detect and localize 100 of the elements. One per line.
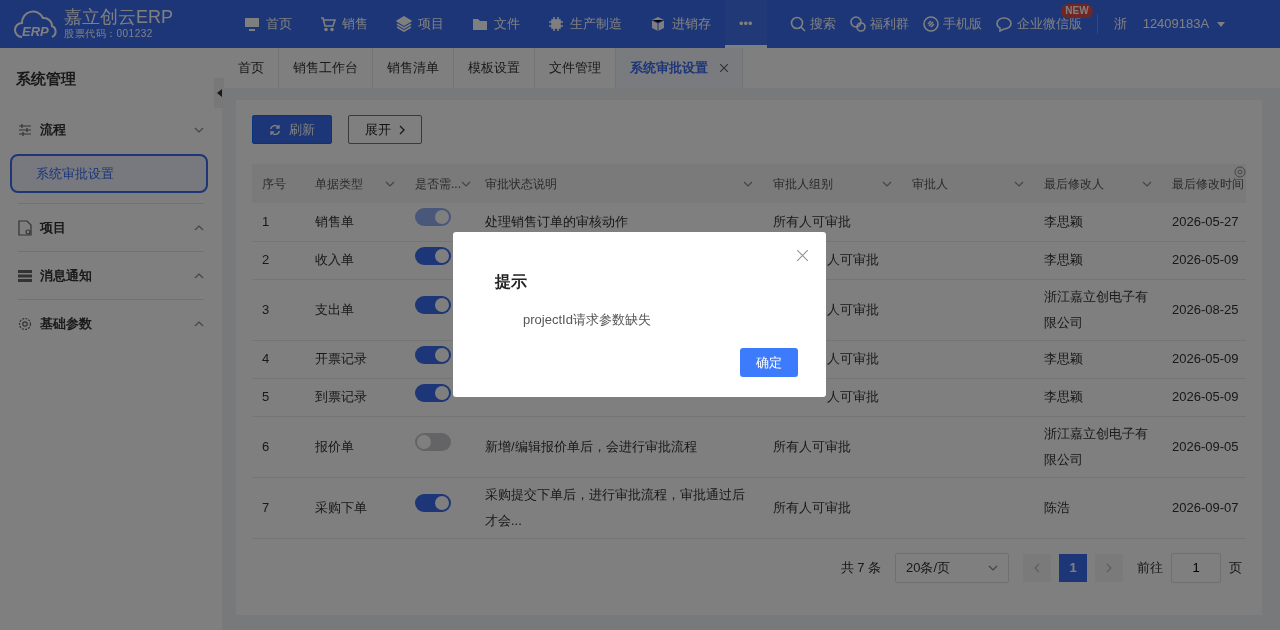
toggle-switch[interactable]	[415, 296, 451, 314]
gear-icon	[18, 316, 32, 331]
header-label: 审批状态说明	[485, 175, 557, 193]
table-cell: 5	[252, 378, 305, 416]
table-cell: 收入单	[305, 241, 405, 279]
new-badge: NEW	[1061, 4, 1093, 19]
expand-button[interactable]: 展开	[348, 115, 422, 144]
page-suffix: 页	[1229, 558, 1242, 577]
table-cell: 采购提交下单后，进行审批流程，审批通过后才会...	[475, 477, 763, 538]
refresh-button[interactable]: 刷新	[252, 115, 332, 144]
sidebar-title: 系统管理	[16, 69, 76, 89]
page-tab[interactable]: 销售工作台	[279, 48, 373, 88]
stock-code: 股票代码：001232	[64, 26, 154, 41]
nav-item[interactable]: 项目	[382, 0, 458, 48]
table-cell: 2026-05-27	[1162, 203, 1246, 241]
sidebar-group[interactable]: 项目	[40, 217, 66, 238]
file-icon	[18, 219, 32, 236]
table-cell: 李思颖	[1034, 340, 1162, 378]
nav-item[interactable]: 生产制造	[534, 0, 636, 48]
sort-chevron-icon[interactable]	[461, 180, 471, 187]
table-cell: 浙江嘉立创电子有限公司	[1034, 279, 1162, 340]
table-cell: 到票记录	[305, 378, 405, 416]
table-cell: 1	[252, 203, 305, 241]
table-cell: 李思颖	[1034, 378, 1162, 416]
toggle-switch[interactable]	[415, 433, 451, 451]
nav-item[interactable]: 首页	[230, 0, 306, 48]
table-cell: 销售单	[305, 203, 405, 241]
page-number[interactable]: 1	[1059, 553, 1087, 582]
search-icon	[789, 16, 806, 32]
chat-bubble-icon	[995, 16, 1013, 32]
table-cell: 采购下单	[305, 477, 405, 538]
table-cell: 李思颖	[1034, 203, 1162, 241]
page-tab[interactable]: 模板设置	[454, 48, 535, 88]
toolbar-link[interactable]: 搜索	[782, 14, 843, 34]
table-cell: 2026-08-25	[1162, 279, 1246, 340]
page-input[interactable]: 1	[1171, 552, 1221, 583]
header-label: 审批人	[912, 175, 948, 193]
chevron-down-icon[interactable]	[194, 127, 204, 133]
chevron-up-icon[interactable]	[194, 320, 204, 327]
table-cell: 支出单	[305, 279, 405, 340]
collapse-handle[interactable]	[214, 78, 224, 108]
nav-item[interactable]: 文件	[458, 0, 534, 48]
table-cell: 4	[252, 340, 305, 378]
page-tab[interactable]: 系统审批设置	[616, 48, 743, 88]
table-cell: 3	[252, 279, 305, 340]
header-label: 审批人组别	[773, 175, 833, 193]
sidebar-item[interactable]: 系统审批设置	[10, 153, 208, 193]
cube-icon	[650, 16, 666, 32]
nav-item[interactable]: 进销存	[636, 0, 725, 48]
sort-chevron-icon[interactable]	[882, 180, 892, 187]
table-cell: 浙江嘉立创电子有限公司	[1034, 416, 1162, 477]
toggle-switch[interactable]	[415, 494, 451, 512]
chevron-up-icon[interactable]	[194, 272, 204, 279]
page-size-select[interactable]: 20条/页	[895, 552, 1009, 583]
table-cell: 所有人可审批	[763, 477, 902, 538]
province-label: 浙	[1113, 15, 1127, 34]
dialog-message: projectId请求参数缺失	[523, 311, 652, 329]
toolbar-link[interactable]: 手机版	[915, 14, 989, 34]
chevron-right-icon	[399, 124, 405, 135]
account-menu[interactable]: 12409183A	[1142, 14, 1226, 34]
dialog-title: 提示	[495, 272, 528, 292]
header-label: 是否需...	[415, 175, 461, 193]
close-icon[interactable]	[720, 64, 728, 72]
page-tab[interactable]: 首页	[224, 48, 279, 88]
table-cell: 2026-09-05	[1162, 416, 1246, 477]
sort-chevron-icon[interactable]	[385, 180, 395, 187]
sort-chevron-icon[interactable]	[1014, 180, 1024, 187]
settings-icon[interactable]	[1234, 166, 1246, 178]
sidebar-group[interactable]: 基础参数	[40, 313, 92, 334]
logo-mark: ERP	[22, 22, 49, 41]
sliders-icon	[18, 123, 32, 137]
sort-chevron-icon[interactable]	[743, 180, 753, 187]
chevron-up-icon[interactable]	[194, 224, 204, 231]
folder-icon	[472, 16, 488, 32]
caret-icon	[1217, 21, 1226, 27]
layers-icon	[396, 16, 412, 32]
table-cell: 新增/编辑报价单后，会进行审批流程	[475, 416, 763, 477]
sidebar-group[interactable]: 消息通知	[40, 265, 92, 286]
table-cell: 2026-05-09	[1162, 378, 1246, 416]
page-tab[interactable]: 销售清单	[373, 48, 454, 88]
header-label: 序号	[262, 175, 286, 193]
logo-title: 嘉立创云ERP	[64, 7, 173, 26]
nav-item[interactable]: 销售	[306, 0, 382, 48]
sort-chevron-icon[interactable]	[1142, 180, 1152, 187]
header-label: 最后修改人	[1044, 175, 1104, 193]
table-cell: 2026-05-09	[1162, 241, 1246, 279]
sidebar-group[interactable]: 流程	[40, 120, 66, 140]
goto-label: 前往	[1137, 558, 1163, 577]
table-cell: 7	[252, 477, 305, 538]
toggle-switch[interactable]	[415, 246, 451, 265]
close-icon[interactable]	[797, 250, 808, 261]
table-cell: 2026-09-07	[1162, 477, 1246, 538]
table-cell: 所有人可审批	[763, 416, 902, 477]
toggle-switch[interactable]	[415, 345, 451, 364]
header-label: 最后修改时间	[1172, 175, 1244, 193]
toggle-switch[interactable]	[415, 383, 451, 402]
table-cell: 2026-05-09	[1162, 340, 1246, 378]
chevron-down-icon[interactable]	[988, 564, 998, 571]
toolbar-link[interactable]: 福利群	[842, 14, 916, 34]
confirm-button[interactable]: 确定	[740, 348, 798, 377]
